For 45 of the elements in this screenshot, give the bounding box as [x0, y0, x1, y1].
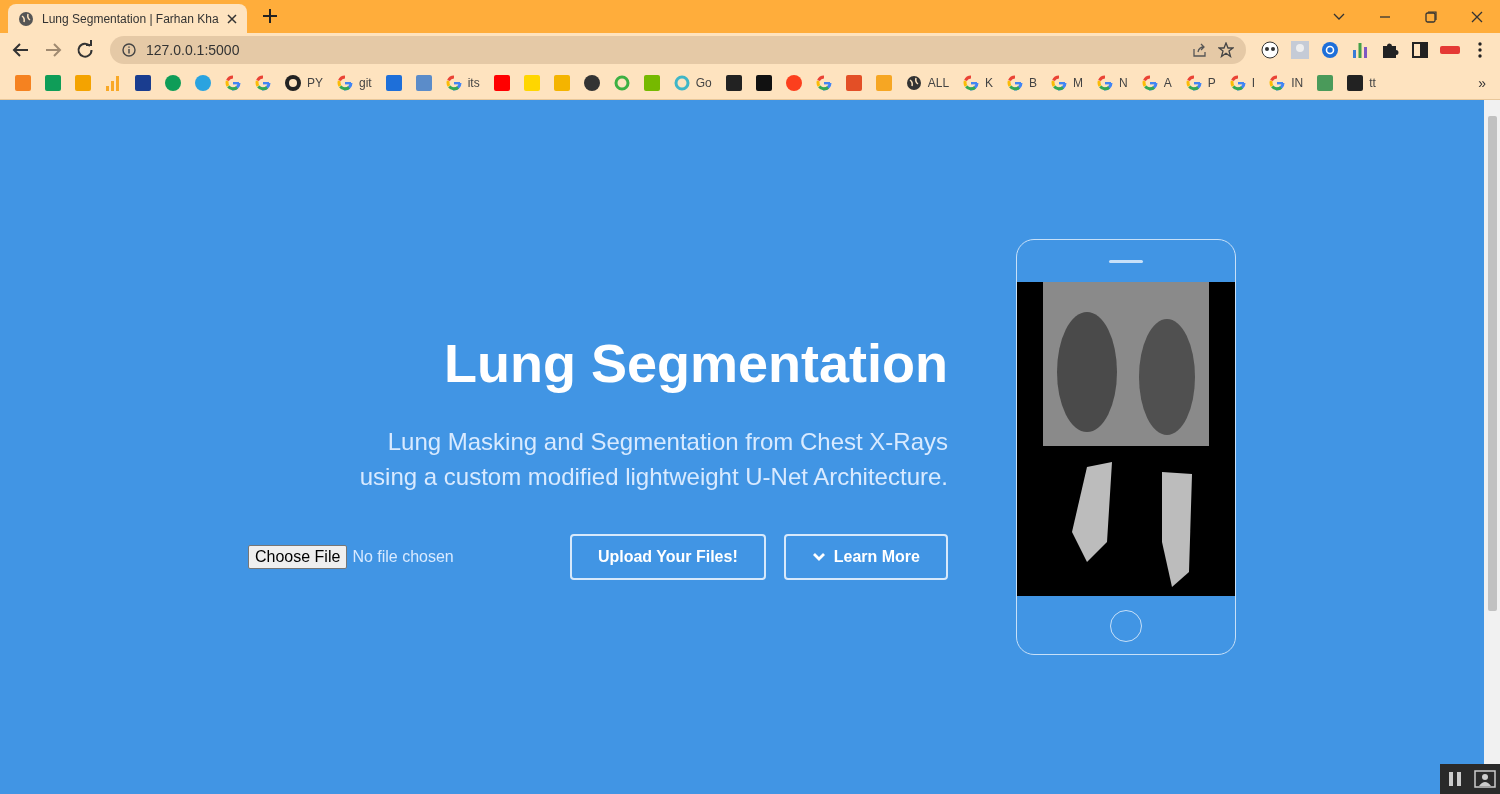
bookmark[interactable]: P	[1178, 70, 1223, 96]
bookmark[interactable]: K	[956, 70, 1001, 96]
google-icon	[337, 75, 353, 91]
bookmark[interactable]: IN	[1262, 70, 1311, 96]
google-icon	[225, 75, 241, 91]
google-icon	[1097, 75, 1114, 91]
globe-icon	[18, 10, 34, 27]
browser-tab[interactable]: Lung Segmentation | Farhan Kha	[8, 4, 247, 33]
google-icon	[445, 75, 462, 91]
phone-speaker	[1109, 260, 1143, 263]
bookmark[interactable]: its	[438, 70, 487, 96]
google-icon	[1185, 75, 1202, 91]
share-icon[interactable]	[1192, 42, 1208, 58]
bookmark[interactable]: tt	[1340, 70, 1383, 96]
url-text: 127.0.0.1:5000	[146, 42, 240, 58]
google-icon	[1229, 75, 1246, 91]
close-icon[interactable]	[226, 13, 237, 24]
bookmark[interactable]: Go	[666, 70, 719, 96]
star-icon[interactable]	[1218, 42, 1234, 58]
bookmark[interactable]: ALL	[898, 70, 957, 96]
file-status-text: No file chosen	[352, 548, 454, 566]
bookmark[interactable]: I	[1222, 70, 1263, 96]
address-bar[interactable]: 127.0.0.1:5000	[110, 36, 1246, 64]
choose-file-button[interactable]: Choose File	[248, 545, 348, 569]
chevron-down-icon	[811, 552, 826, 562]
page-title: Lung Segmentation	[444, 332, 948, 394]
google-icon	[1051, 75, 1068, 91]
bookmark[interactable]: N	[1090, 70, 1135, 96]
info-icon	[122, 43, 136, 57]
google-icon	[815, 75, 832, 91]
scrollbar-thumb[interactable]	[1487, 116, 1497, 611]
bookmark[interactable]: git	[330, 70, 379, 96]
globe-icon	[905, 75, 922, 91]
google-icon	[255, 75, 271, 91]
page-subtitle: Lung Masking and Segmentation from Chest X-Rays using a custom modified lightweight U-Net Architecture.	[359, 427, 948, 492]
google-icon	[1269, 75, 1286, 91]
google-icon	[1007, 75, 1024, 91]
tab-title: Lung Segmentation | Farhan Kha	[42, 11, 219, 26]
bookmark[interactable]: PY	[278, 70, 330, 96]
google-icon	[1141, 75, 1158, 91]
google-icon	[963, 75, 980, 91]
more-bookmarks-button[interactable]: »	[1472, 75, 1492, 91]
bookmark[interactable]: M	[1044, 70, 1091, 96]
bookmark[interactable]: A	[1134, 70, 1179, 96]
bookmark[interactable]: B	[1000, 70, 1045, 96]
